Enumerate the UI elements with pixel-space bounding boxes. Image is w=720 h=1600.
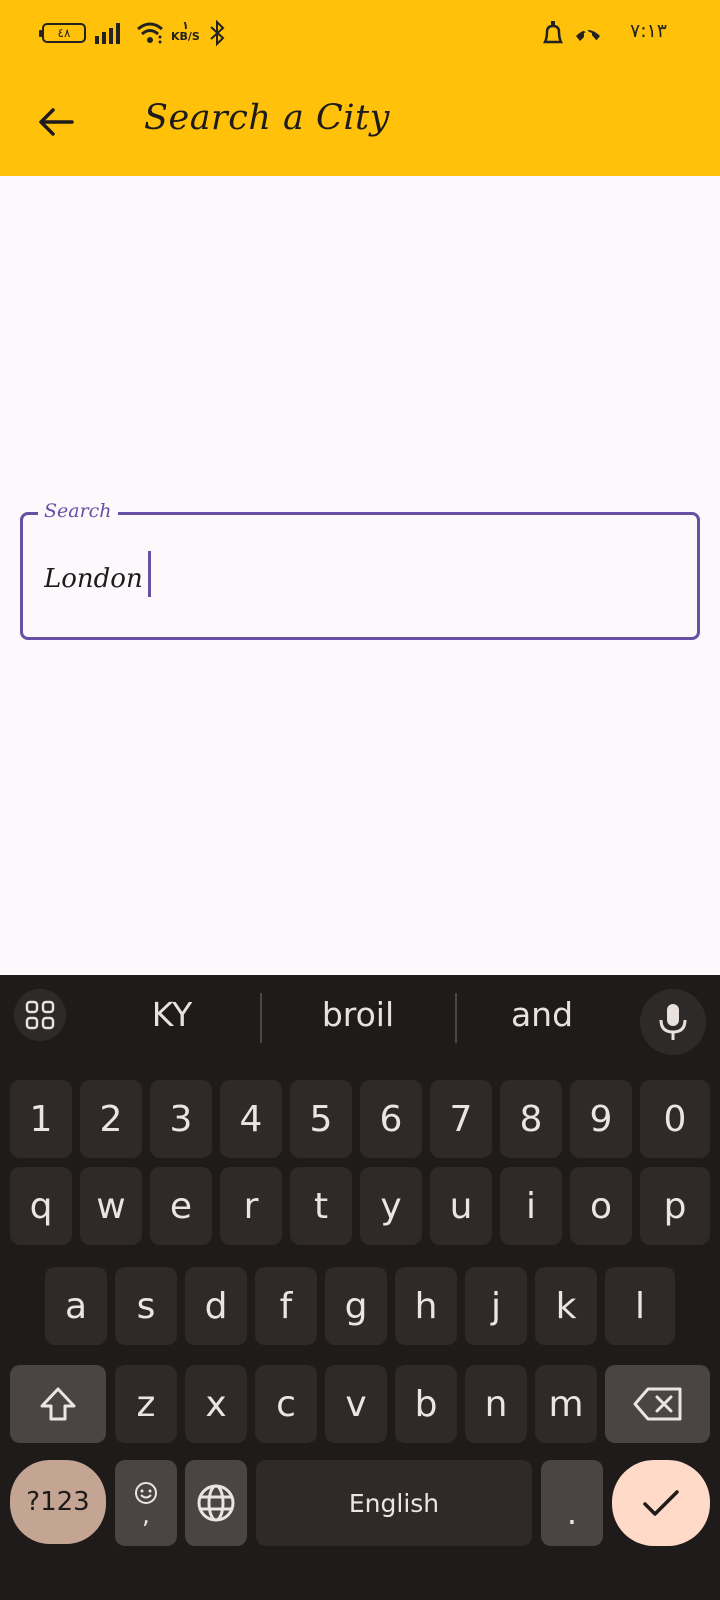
key-o[interactable]: o [570,1167,632,1245]
alarm-icon [542,21,564,44]
signal-icon [95,23,120,44]
page-title: Search a City [144,98,390,138]
battery-level: ٤٨ [57,26,71,40]
key-k[interactable]: k [535,1267,597,1345]
suggestion-strip: KY broil and [0,975,720,1065]
key-9[interactable]: 9 [570,1080,632,1158]
status-bar: ٤٨ ١ KB/S ٧:١٣ [0,0,720,68]
key-w[interactable]: w [80,1167,142,1245]
key-f[interactable]: f [255,1267,317,1345]
key-u[interactable]: u [430,1167,492,1245]
key-5[interactable]: 5 [290,1080,352,1158]
comma-label: , [142,1501,150,1529]
done-key[interactable] [612,1460,710,1546]
keyboard-apps-button[interactable] [14,989,66,1041]
search-field-label: Search [38,500,118,522]
key-4[interactable]: 4 [220,1080,282,1158]
voice-input-button[interactable] [640,989,706,1055]
suggestion-divider [260,993,262,1043]
suggestion-3[interactable]: and [452,995,632,1034]
key-r[interactable]: r [220,1167,282,1245]
key-3[interactable]: 3 [150,1080,212,1158]
call-muted-icon [576,23,600,43]
key-x[interactable]: x [185,1365,247,1443]
key-q[interactable]: q [10,1167,72,1245]
key-d[interactable]: d [185,1267,247,1345]
suggestion-1[interactable]: KY [82,995,262,1034]
suggestion-2[interactable]: broil [268,995,448,1034]
key-h[interactable]: h [395,1267,457,1345]
key-b[interactable]: b [395,1365,457,1443]
grid-icon [25,1000,55,1030]
key-z[interactable]: z [115,1365,177,1443]
app-bar: ٤٨ ١ KB/S ٧:١٣ Search a City [0,0,720,176]
wifi-icon [137,22,163,44]
battery-indicator: ٤٨ [39,23,86,43]
text-cursor [148,551,151,597]
language-key[interactable] [185,1460,247,1546]
check-icon [643,1490,679,1516]
key-7[interactable]: 7 [430,1080,492,1158]
key-2[interactable]: 2 [80,1080,142,1158]
back-button[interactable] [30,96,82,148]
key-l[interactable]: l [605,1267,675,1345]
key-e[interactable]: e [150,1167,212,1245]
key-s[interactable]: s [115,1267,177,1345]
key-y[interactable]: y [360,1167,422,1245]
bluetooth-icon [210,19,225,47]
key-i[interactable]: i [500,1167,562,1245]
arrow-left-icon [39,108,74,136]
key-0[interactable]: 0 [640,1080,710,1158]
key-a[interactable]: a [45,1267,107,1345]
search-input[interactable] [44,557,664,601]
key-v[interactable]: v [325,1365,387,1443]
comma-key[interactable]: , [115,1460,177,1546]
status-time: ٧:١٣ [630,20,668,42]
microphone-icon [659,1004,687,1040]
key-p[interactable]: p [640,1167,710,1245]
key-j[interactable]: j [465,1267,527,1345]
key-g[interactable]: g [325,1267,387,1345]
globe-icon [197,1484,235,1522]
key-1[interactable]: 1 [10,1080,72,1158]
key-t[interactable]: t [290,1167,352,1245]
key-m[interactable]: m [535,1365,597,1443]
network-speed: ١ KB/S [171,20,200,42]
shift-icon [40,1387,76,1421]
key-8[interactable]: 8 [500,1080,562,1158]
symbols-key[interactable]: ?123 [10,1460,106,1544]
period-key[interactable]: . [541,1460,603,1546]
key-c[interactable]: c [255,1365,317,1443]
shift-key[interactable] [10,1365,106,1443]
network-speed-unit: KB/S [171,30,200,43]
key-n[interactable]: n [465,1365,527,1443]
space-key[interactable]: English [256,1460,532,1546]
backspace-icon [633,1387,681,1421]
backspace-key[interactable] [605,1365,710,1443]
soft-keyboard: KY broil and 1 2 3 4 5 6 7 8 9 0 q w e r… [0,975,720,1600]
key-6[interactable]: 6 [360,1080,422,1158]
